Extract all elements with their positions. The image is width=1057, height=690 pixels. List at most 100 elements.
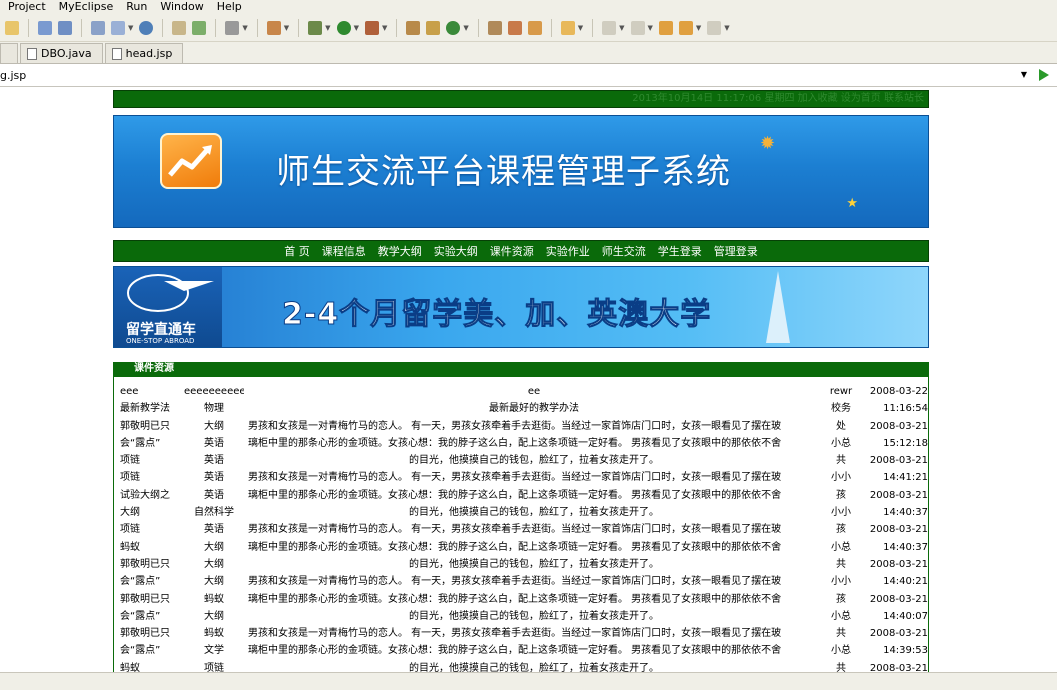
toolbar-separator [298,18,300,37]
resource-author: 共 [836,558,846,570]
chevron-down-icon[interactable]: ▼ [284,24,289,32]
external-tools-icon[interactable] [364,20,379,35]
globe-icon[interactable] [139,20,154,35]
resource-author: 共 [836,628,846,640]
prev-annotation-icon[interactable] [630,20,645,35]
open-type-icon[interactable] [487,20,502,35]
nav-link[interactable]: 师生交流 [602,243,646,259]
deploy-icon[interactable] [58,20,72,35]
list-item[interactable]: 大纲 自然科学 的目光，他摸摸自己的钱包，脸红了，拉着女孩走开了。 小小 14:40:3… [114,504,928,521]
resource-title[interactable]: 蚂蚁 [120,660,182,672]
toolbar-separator [396,18,398,37]
list-item[interactable]: 会“露点” 文学 璃柜中里的那条心形的金项链。女孩心想：我的脖子这么白，配上这条项链… [114,642,928,659]
server-icon[interactable] [38,20,52,35]
menu-item-help[interactable]: Help [217,1,242,13]
url-input[interactable]: g.jsp [0,69,26,82]
resource-title[interactable]: 会“露点” [120,435,182,452]
resource-title[interactable]: 会“露点” [120,642,182,659]
tab-partial[interactable] [0,43,18,63]
nav-link[interactable]: 管理登录 [714,243,758,259]
chevron-down-icon[interactable]: ▼ [242,24,247,32]
back-arrow-icon[interactable] [678,20,693,35]
folder-icon[interactable] [5,20,19,35]
database-icon[interactable] [172,20,187,35]
nav-link[interactable]: 首 页 [284,243,310,259]
chevron-down-icon[interactable]: ▼ [619,24,624,32]
package-icon[interactable] [266,20,281,35]
new-class-icon[interactable] [446,20,461,35]
chevron-down-icon[interactable]: ▼ [382,24,387,32]
resource-title[interactable]: 郭敬明已只 [120,418,182,435]
nav-link[interactable]: 学生登录 [658,243,702,259]
chevron-down-icon[interactable]: ▼ [724,24,729,32]
chevron-down-icon[interactable]: ▼ [325,24,330,32]
tab-dbo-java[interactable]: DBO.java [20,43,103,63]
chevron-down-icon[interactable]: ▼ [128,24,133,32]
resource-title[interactable]: 最新教学法 [120,400,182,417]
resource-title[interactable]: eee [120,383,182,400]
ad-banner[interactable]: 留学直通车 ONE-STOP ABROAD 2-4个月留学美、加、英澳大学 [113,266,929,348]
nav-link[interactable]: 教学大纲 [378,243,422,259]
resource-title[interactable]: 会“露点” [120,573,182,590]
last-edit-icon[interactable] [658,20,673,35]
next-annotation-icon[interactable] [602,20,617,35]
resource-date: 2008-03-21 [869,489,928,501]
resource-category: 英语 [204,472,224,484]
new-package-icon[interactable] [426,20,441,35]
go-icon[interactable] [1039,69,1049,81]
resource-title[interactable]: 项链 [120,469,182,486]
list-item[interactable]: 郭敬明已只 蚂蚁 男孩和女孩是一对青梅竹马的恋人。 有一天，男孩女孩牵着手去逛街。当… [114,625,928,642]
chevron-down-icon[interactable]: ▼ [354,24,359,32]
resource-title[interactable]: 郭敬明已只 [120,625,182,642]
list-item[interactable]: 会“露点” 大纲 男孩和女孩是一对青梅竹马的恋人。 有一天，男孩女孩牵着手去逛街。当… [114,573,928,590]
menu-item-project[interactable]: Project [8,1,46,13]
tab-head-jsp[interactable]: head.jsp [104,43,184,63]
list-item[interactable]: 试验大纲之 英语 璃柜中里的那条心形的金项链。女孩心想：我的脖子这么白，配上这条项链… [114,487,928,504]
chevron-down-icon[interactable]: ▼ [696,24,701,32]
list-item[interactable]: 郭敬明已只 大纲 男孩和女孩是一对青梅竹马的恋人。 有一天，男孩女孩牵着手去逛街。当… [114,418,928,435]
resource-title[interactable]: 大纲 [120,504,182,521]
debug-icon[interactable] [308,20,323,35]
list-item[interactable]: 项链 英语 的目光，他摸摸自己的钱包，脸红了，拉着女孩走开了。 共 2008-03-21 [114,452,928,469]
search-icon[interactable] [527,20,542,35]
pencil-icon[interactable] [507,20,522,35]
list-item[interactable]: eeeeeeeeeeeeeeeerewr2008-03-22 [114,383,928,400]
list-item[interactable]: 会“露点” 英语 璃柜中里的那条心形的金项链。女孩心想：我的脖子这么白，配上这条项链… [114,435,928,452]
image-icon[interactable] [225,20,240,35]
chevron-down-icon[interactable]: ▼ [648,24,653,32]
new-file-icon[interactable] [111,20,125,35]
forward-arrow-icon[interactable] [707,20,722,35]
resource-title[interactable]: 项链 [120,452,182,469]
nav-link[interactable]: 实验作业 [546,243,590,259]
chevron-down-icon[interactable]: ▼ [1021,70,1027,79]
chevron-down-icon[interactable]: ▼ [578,24,583,32]
nav-link[interactable]: 实验大纲 [434,243,478,259]
chevron-down-icon[interactable]: ▼ [463,24,468,32]
list-item[interactable]: 会“露点” 大纲 的目光，他摸摸自己的钱包，脸红了，拉着女孩走开了。 小总 14:40:… [114,608,928,625]
menu-item-run[interactable]: Run [126,1,147,13]
new-wizard-icon[interactable] [91,20,105,35]
new-java-project-icon[interactable] [406,20,421,35]
list-item[interactable]: 项链 英语 男孩和女孩是一对青梅竹马的恋人。 有一天，男孩女孩牵着手去逛街。当经过一… [114,469,928,486]
resource-author: 处 [836,420,846,432]
menu-item-window[interactable]: Window [160,1,203,13]
list-item[interactable]: 郭敬明已只 大纲 的目光，他摸摸自己的钱包，脸红了，拉着女孩走开了。 共 2008-03… [114,556,928,573]
list-item[interactable]: 蚂蚁 大纲 璃柜中里的那条心形的金项链。女孩心想：我的脖子这么白，配上这条项链一定好… [114,539,928,556]
resource-title[interactable]: 会“露点” [120,608,182,625]
resource-title[interactable]: 蚂蚁 [120,539,182,556]
refresh-icon[interactable] [192,20,207,35]
resource-title[interactable]: 试验大纲之 [120,487,182,504]
resource-title[interactable]: 郭敬明已只 [120,591,182,608]
run-icon[interactable] [336,20,351,35]
resource-title[interactable]: 郭敬明已只 [120,556,182,573]
list-item[interactable]: 郭敬明已只 蚂蚁 璃柜中里的那条心形的金项链。女孩心想：我的脖子这么白，配上这条项链… [114,591,928,608]
nav-link[interactable]: 课件资源 [490,243,534,259]
list-item[interactable]: 蚂蚁 项链 的目光，他摸摸自己的钱包，脸红了，拉着女孩走开了。 共 2008-03-21 [114,660,928,672]
nav-link[interactable]: 课程信息 [322,243,366,259]
menu-item-myeclipse[interactable]: MyEclipse [59,1,114,13]
list-item[interactable]: 最新教学法 物理 最新最好的教学办法 校务 11:16:54 [114,400,928,417]
resource-title[interactable]: 项链 [120,521,182,538]
url-bar[interactable]: g.jsp ▼ [0,65,1057,87]
open-folder-icon[interactable] [560,20,575,35]
list-item[interactable]: 项链 英语 男孩和女孩是一对青梅竹马的恋人。 有一天，男孩女孩牵着手去逛街。当经过一… [114,521,928,538]
